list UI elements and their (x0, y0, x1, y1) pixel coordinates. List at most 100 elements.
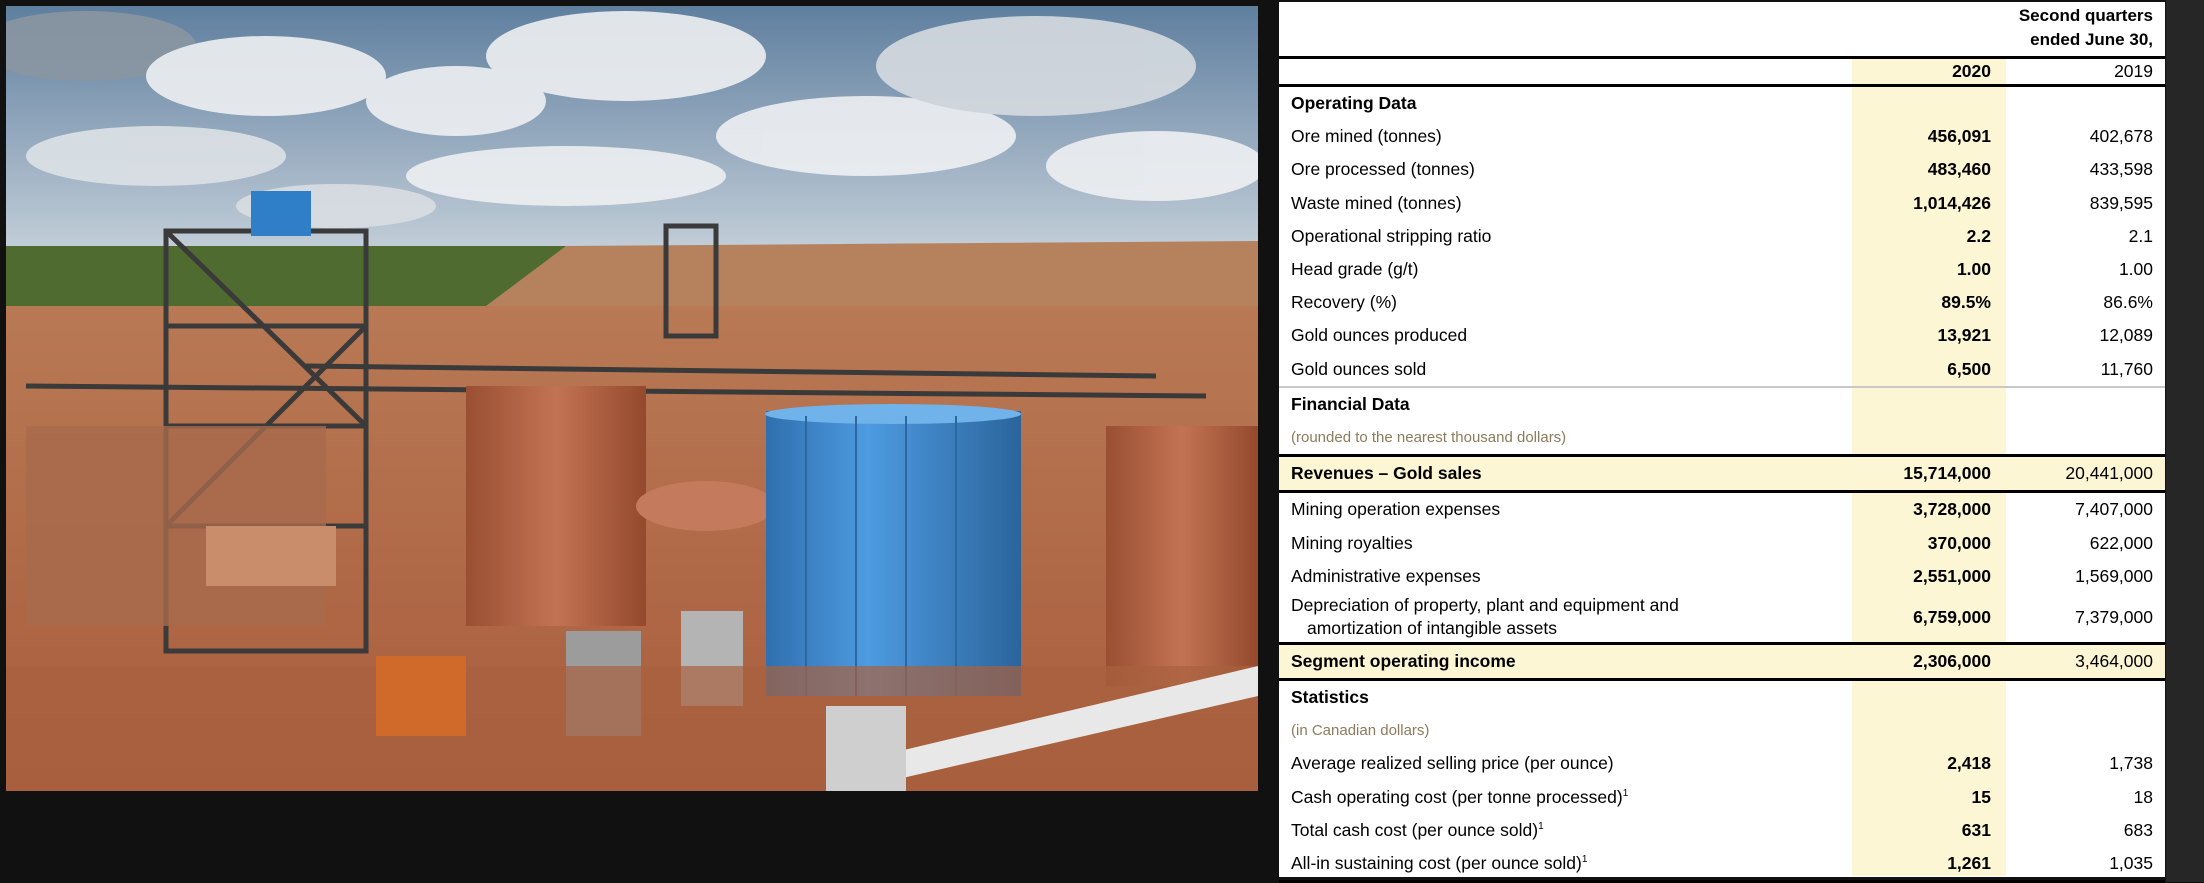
period-line-2: ended June 30, (2030, 30, 2153, 49)
year-header-row: 2020 2019 (1279, 59, 2165, 87)
operating-results-table: Second quarters ended June 30, 2020 2019… (1279, 2, 2165, 883)
value-2020: 6,500 (1947, 358, 1991, 379)
value-2020: 15 (1971, 786, 1991, 807)
row-label: Total cash cost (per ounce sold)1 (1291, 820, 1544, 841)
row-label: Depreciation of property, plant and equi… (1291, 594, 1679, 640)
row-label-text: Head grade (g/t) (1291, 259, 1419, 280)
row-label: Segment operating income (1291, 651, 1516, 672)
row-label: Waste mined (tonnes) (1291, 193, 1462, 214)
value-2019: 11,760 (2100, 358, 2153, 379)
value-2020: 631 (1961, 819, 1991, 840)
row-label: Mining royalties (1291, 533, 1413, 554)
row-label: Average realized selling price (per ounc… (1291, 753, 1614, 774)
table-row: Mining operation expenses 3,728,000 7,407,… (1279, 493, 2165, 526)
table-row: Recovery (%) 89.5% 86.6% (1279, 286, 2165, 319)
year-2019-header: 2019 (2114, 61, 2153, 81)
value-2020: 370,000 (1927, 532, 1991, 553)
value-2020: 2,551,000 (1913, 565, 1991, 586)
value-2020: 6,759,000 (1913, 606, 1991, 627)
row-label-line-2: amortization of intangible assets (1307, 617, 1557, 638)
row-label: Operational stripping ratio (1291, 226, 1491, 247)
row-label: Ore processed (tonnes) (1291, 159, 1475, 180)
period-line-1: Second quarters (2018, 6, 2153, 25)
row-label: Mining operation expenses (1291, 499, 1500, 520)
row-label-text: (rounded to the nearest thousand dollars… (1291, 428, 1567, 446)
row-label-line-1: Depreciation of property, plant and equi… (1291, 594, 1679, 615)
value-2019: 86.6% (2103, 292, 2153, 313)
section-heading-row: Statistics (1279, 681, 2165, 714)
mine-processing-plant-photo (6, 6, 1258, 791)
row-label-text: Financial Data (1291, 393, 1410, 414)
row-label-text: Total cash cost (per ounce sold) (1291, 819, 1539, 840)
table-row: Segment operating income 2,306,000 3,464,0… (1279, 644, 2165, 678)
year-2020-header: 2020 (1952, 61, 1991, 81)
row-label-text: Operational stripping ratio (1291, 225, 1492, 246)
value-2019: 622,000 (2089, 532, 2153, 553)
value-2019: 12,089 (2099, 325, 2153, 346)
value-2019: 1.00 (2118, 259, 2153, 280)
value-2019: 433,598 (2089, 159, 2153, 180)
row-label: (rounded to the nearest thousand dollars… (1291, 429, 1566, 446)
table-row: Waste mined (tonnes) 1,014,426 839,595 (1279, 187, 2165, 220)
row-label: Financial Data (1291, 394, 1410, 415)
table-row: Gold ounces produced 13,921 12,089 (1279, 319, 2165, 352)
row-label-text: Gold ounces produced (1291, 325, 1468, 346)
value-2019: 839,595 (2089, 192, 2153, 213)
row-label-text: Operating Data (1291, 93, 1417, 114)
row-label-text: Mining royalties (1291, 532, 1413, 553)
value-2019: 3,464,000 (2075, 650, 2153, 671)
row-label: Gold ounces sold (1291, 359, 1426, 380)
value-2019: 7,379,000 (2075, 606, 2153, 627)
table-row: All-in sustaining cost (per ounce sold)1… (1279, 847, 2165, 880)
right-margin (2166, 0, 2204, 882)
table-row: Ore mined (tonnes) 456,091 402,678 (1279, 120, 2165, 153)
value-2020: 15,714,000 (1903, 463, 1991, 484)
table-body: Operating Data Ore mined (tonnes) 456,091 4… (1279, 87, 2165, 883)
row-label: Operating Data (1291, 93, 1416, 114)
row-label: All-in sustaining cost (per ounce sold)1 (1291, 853, 1587, 874)
row-label-text: Segment operating income (1291, 650, 1516, 671)
value-2020: 483,460 (1927, 159, 1991, 180)
table-row: Mining royalties 370,000 622,000 (1279, 526, 2165, 559)
row-label: Statistics (1291, 687, 1369, 708)
value-2020: 456,091 (1927, 126, 1991, 147)
row-label-text: All-in sustaining cost (per ounce sold) (1291, 853, 1582, 874)
row-label-text: Ore processed (tonnes) (1291, 159, 1475, 180)
row-label-text: Average realized selling price (per ounc… (1291, 753, 1614, 774)
table-row: Ore processed (tonnes) 483,460 433,598 (1279, 153, 2165, 186)
value-2019: 18 (2133, 786, 2153, 807)
table-row: Gold ounces sold 6,500 11,760 (1279, 353, 2165, 386)
table-row: Depreciation of property, plant and equi… (1279, 593, 2165, 642)
table-row: Cash operating cost (per tonne processed… (1279, 781, 2165, 814)
footnote-marker: 1 (1538, 821, 1544, 833)
value-2020: 2,418 (1947, 753, 1991, 774)
row-label: Head grade (g/t) (1291, 259, 1418, 280)
note-row: (in Canadian dollars) (1279, 714, 2165, 747)
row-label: Administrative expenses (1291, 566, 1481, 587)
value-2019: 7,407,000 (2075, 499, 2153, 520)
row-label: Ore mined (tonnes) (1291, 126, 1442, 147)
row-label-text: (in Canadian dollars) (1291, 722, 1430, 740)
period-header: Second quarters ended June 30, (1279, 2, 2165, 59)
table-row: Revenues – Gold sales 15,714,000 20,441,00… (1279, 457, 2165, 491)
note-row: (rounded to the nearest thousand dollars… (1279, 421, 2165, 454)
value-2020: 13,921 (1937, 325, 1991, 346)
footnote-marker: 1 (1581, 854, 1588, 866)
row-label-text: Waste mined (tonnes) (1291, 192, 1462, 213)
table-row: Operational stripping ratio 2.2 2.1 (1279, 220, 2165, 253)
row-label: Cash operating cost (per tonne processed… (1291, 787, 1628, 808)
row-label: Gold ounces produced (1291, 325, 1467, 346)
row-label-text: Revenues – Gold sales (1291, 463, 1482, 484)
row-label-text: Ore mined (tonnes) (1291, 126, 1442, 147)
row-label-text: Gold ounces sold (1291, 358, 1427, 379)
row-label: (in Canadian dollars) (1291, 722, 1429, 739)
value-2020: 3,728,000 (1913, 499, 1991, 520)
row-label: Revenues – Gold sales (1291, 463, 1482, 484)
row-label-text: Statistics (1291, 687, 1369, 708)
row-label-text: Recovery (%) (1291, 292, 1397, 313)
section-heading-row: Financial Data (1279, 388, 2165, 421)
table-row: Average realized selling price (per ounc… (1279, 747, 2165, 780)
row-label-text: Administrative expenses (1291, 565, 1481, 586)
value-2019: 683 (2123, 819, 2153, 840)
row-label-text: Mining operation expenses (1291, 499, 1501, 520)
